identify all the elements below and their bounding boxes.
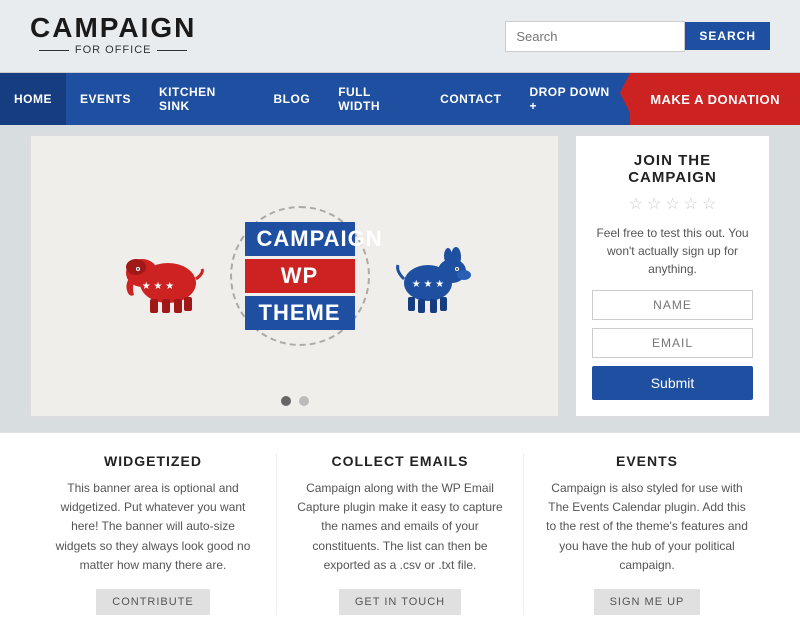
feature-events-title: EVENTS	[544, 453, 750, 469]
wp-label: WP	[245, 259, 355, 293]
theme-label: THEME	[245, 296, 355, 330]
star-5[interactable]: ☆	[702, 194, 716, 214]
campaign-text-box: CAMPAIGN WP THEME	[245, 222, 355, 330]
campaign-label: CAMPAIGN	[245, 222, 355, 256]
nav-item-full-width[interactable]: FULL WIDTH	[324, 73, 426, 125]
feature-emails-title: COLLECT EMAILS	[297, 453, 503, 469]
star-3[interactable]: ☆	[665, 194, 679, 214]
main-wrapper: ★ ★ ★ CAMPAIGN WP THEME	[0, 125, 800, 427]
star-1[interactable]: ☆	[629, 194, 643, 214]
contribute-button[interactable]: CONTRIBUTE	[96, 589, 210, 615]
feature-widgetized-title: WIDGETIZED	[50, 453, 256, 469]
slider-dots	[281, 396, 309, 406]
nav-item-blog[interactable]: BLOG	[260, 73, 325, 125]
slider-center: CAMPAIGN WP THEME	[220, 196, 380, 356]
search-input[interactable]	[505, 21, 685, 52]
nav-item-kitchen-sink[interactable]: KITCHEN SINK	[145, 73, 260, 125]
nav-item-events[interactable]: EVENTS	[66, 73, 145, 125]
svg-text:★ ★ ★: ★ ★ ★	[411, 279, 443, 290]
logo-line-right	[157, 50, 187, 51]
logo-line-left	[39, 50, 69, 51]
search-button[interactable]: SEARCH	[685, 22, 770, 50]
join-description: Feel free to test this out. You won't ac…	[592, 224, 753, 278]
star-rating: ☆ ☆ ☆ ☆ ☆	[592, 194, 753, 214]
logo: CAMPAIGN For Office	[30, 14, 196, 58]
star-4[interactable]: ☆	[684, 194, 698, 214]
logo-divider: For Office	[39, 44, 188, 56]
feature-widgetized: WIDGETIZED This banner area is optional …	[30, 453, 277, 615]
feature-collect-emails: COLLECT EMAILS Campaign along with the W…	[277, 453, 524, 615]
search-area: SEARCH	[505, 21, 770, 52]
nav-item-home[interactable]: HOME	[0, 73, 66, 125]
sidebar: JOIN THE CAMPAIGN ☆ ☆ ☆ ☆ ☆ Feel free to…	[575, 135, 770, 417]
get-in-touch-button[interactable]: GET IN TOUCH	[339, 589, 461, 615]
join-campaign-box: JOIN THE CAMPAIGN ☆ ☆ ☆ ☆ ☆ Feel free to…	[575, 135, 770, 417]
feature-events-text: Campaign is also styled for use with The…	[544, 479, 750, 575]
sign-me-up-button[interactable]: SIGN ME UP	[594, 589, 701, 615]
submit-button[interactable]: Submit	[592, 366, 753, 400]
header: CAMPAIGN For Office SEARCH	[0, 0, 800, 73]
name-field[interactable]	[592, 290, 753, 320]
feature-widgetized-text: This banner area is optional and widgeti…	[50, 479, 256, 575]
features-section: WIDGETIZED This banner area is optional …	[0, 432, 800, 635]
slider-content: ★ ★ ★ CAMPAIGN WP THEME	[51, 196, 538, 356]
hero-slider: ★ ★ ★ CAMPAIGN WP THEME	[30, 135, 559, 417]
email-field[interactable]	[592, 328, 753, 358]
nav-items: HOME EVENTS KITCHEN SINK BLOG FULL WIDTH…	[0, 73, 630, 125]
logo-sub: For Office	[75, 44, 152, 56]
svg-text:★ ★ ★: ★ ★ ★	[141, 281, 173, 292]
join-title: JOIN THE CAMPAIGN	[592, 152, 753, 186]
feature-emails-text: Campaign along with the WP Email Capture…	[297, 479, 503, 575]
slider-dot-2[interactable]	[299, 396, 309, 406]
star-2[interactable]: ☆	[647, 194, 661, 214]
nav-bar: HOME EVENTS KITCHEN SINK BLOG FULL WIDTH…	[0, 73, 800, 125]
donate-button[interactable]: MAKE A DONATION	[630, 73, 800, 125]
nav-item-contact[interactable]: CONTACT	[426, 73, 515, 125]
feature-events: EVENTS Campaign is also styled for use w…	[524, 453, 770, 615]
slider-dot-1[interactable]	[281, 396, 291, 406]
donkey-illustration: ★ ★ ★	[390, 241, 470, 311]
logo-main: CAMPAIGN	[30, 14, 196, 42]
nav-item-dropdown[interactable]: DROP DOWN +	[515, 73, 630, 125]
elephant-illustration: ★ ★ ★	[120, 241, 210, 311]
